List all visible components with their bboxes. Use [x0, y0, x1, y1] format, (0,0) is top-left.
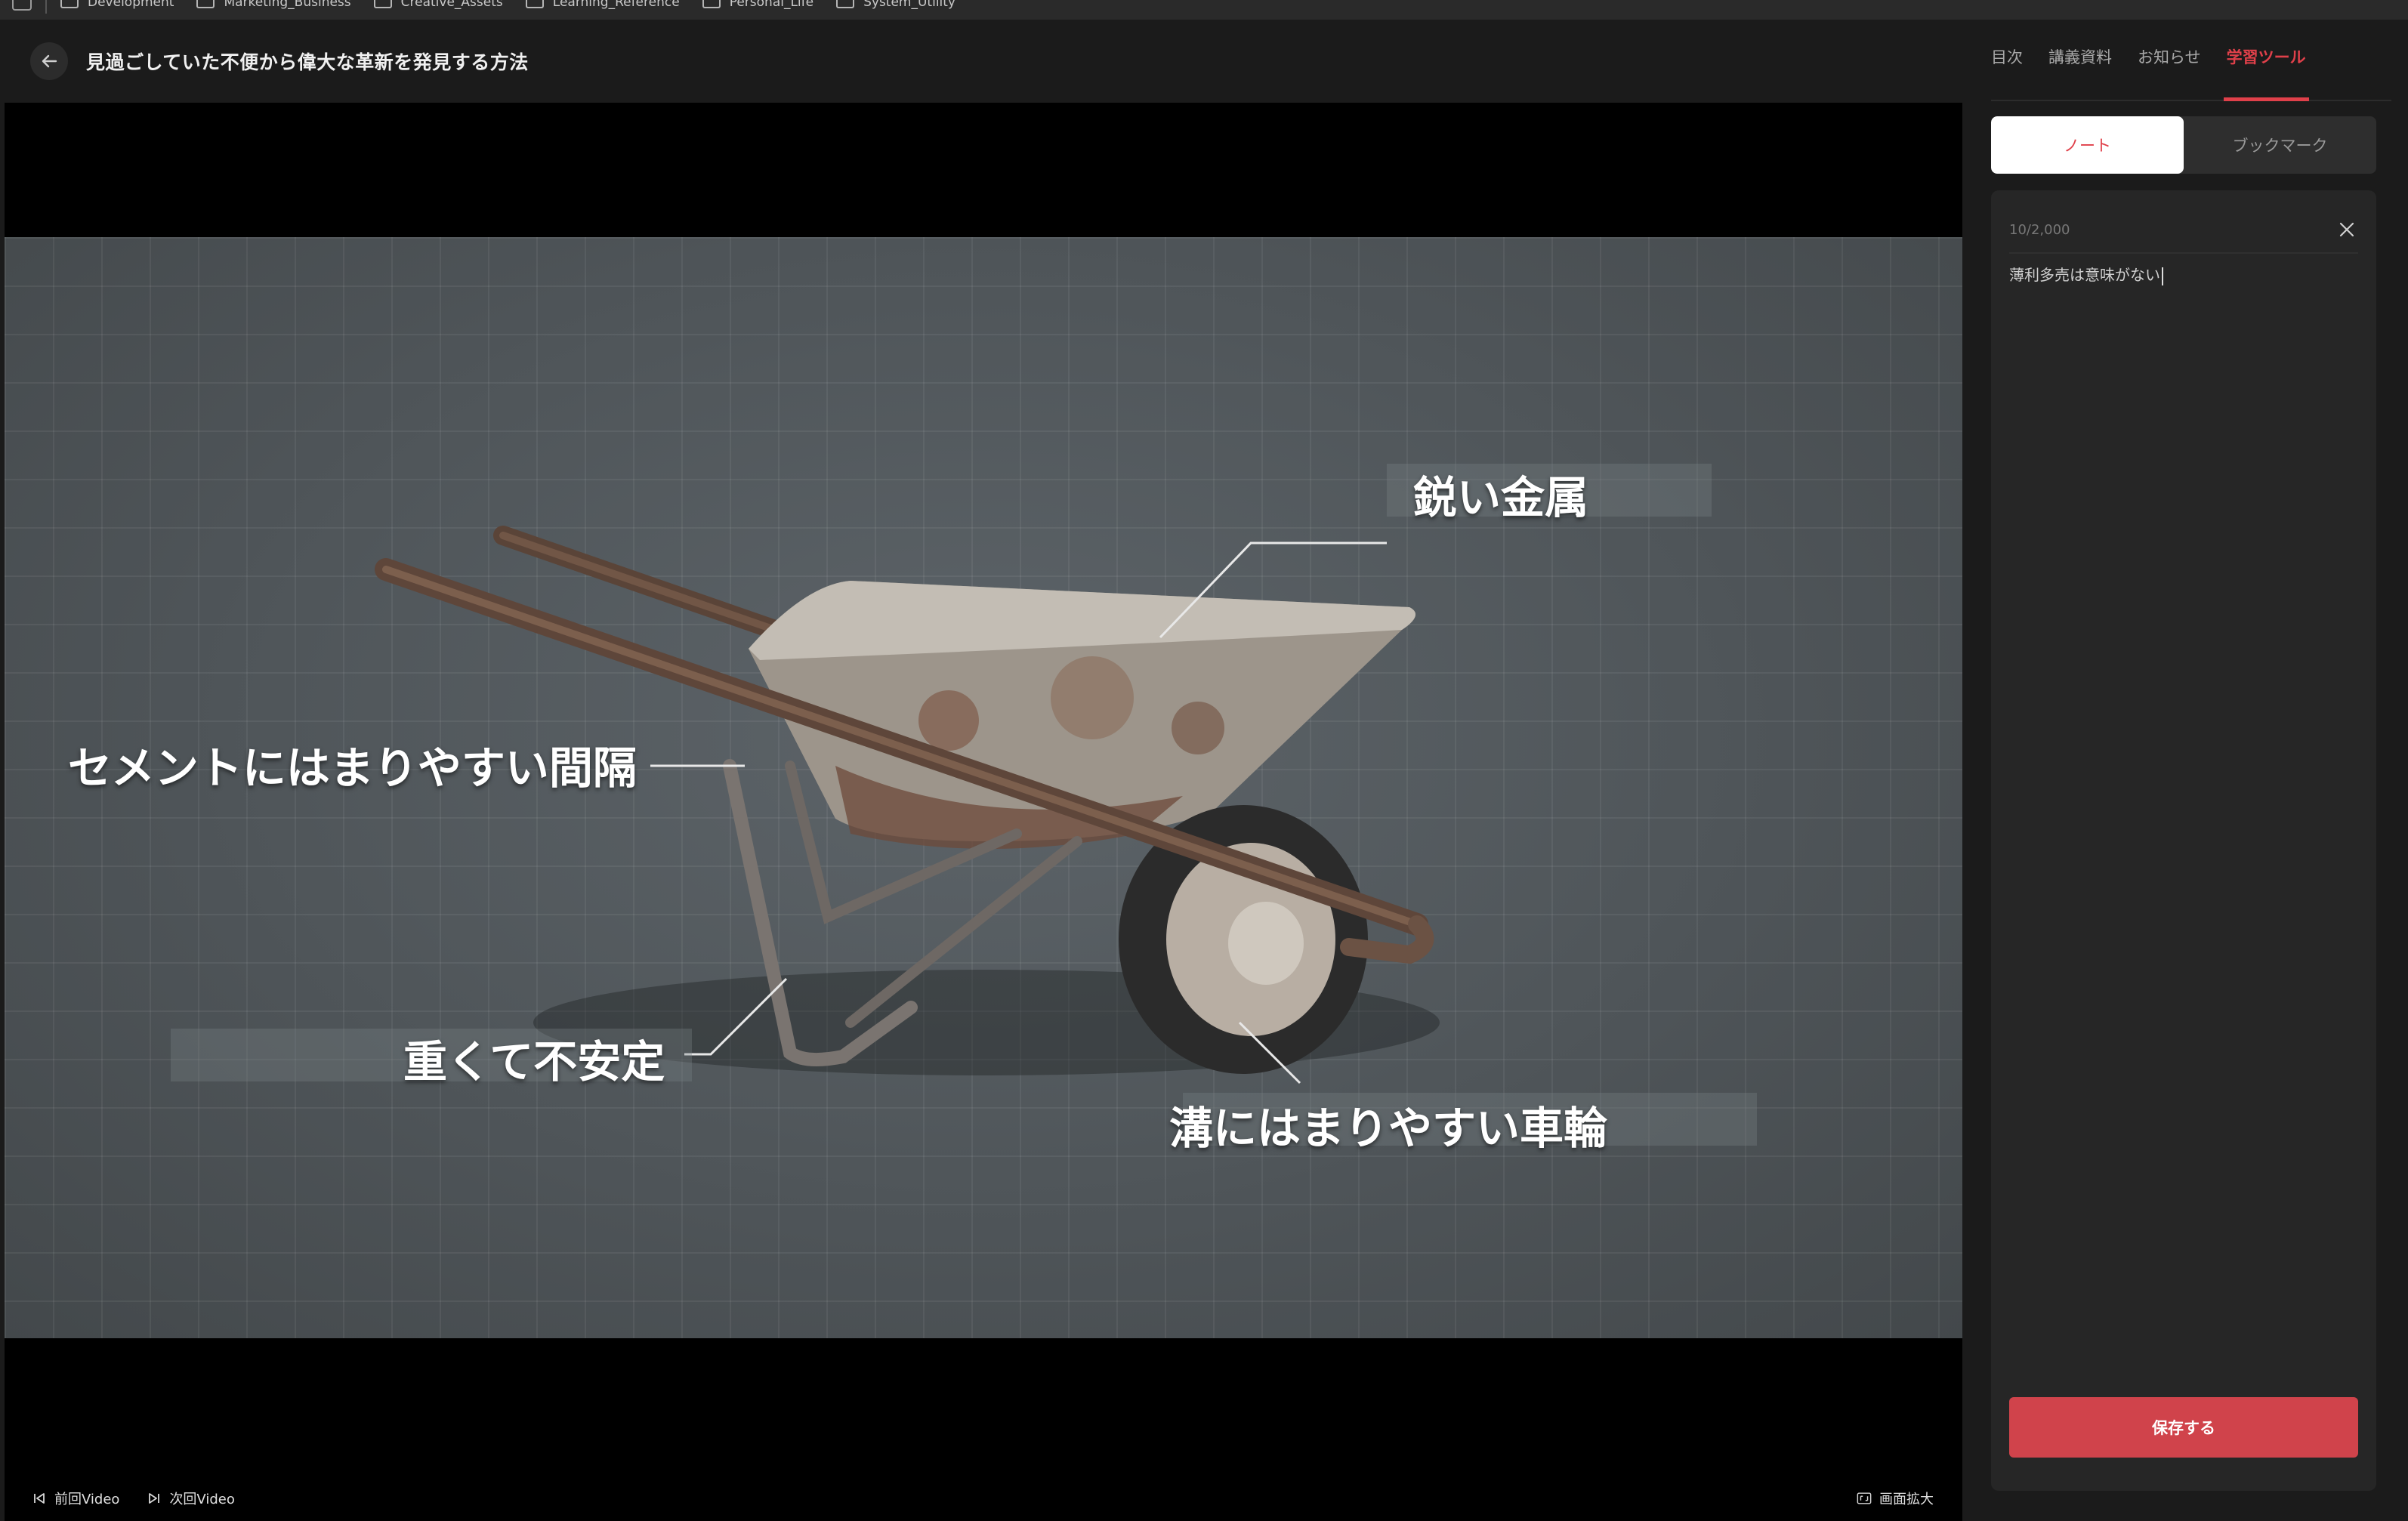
bookmark-folder[interactable]: Creative_Assets: [373, 0, 503, 10]
arrow-left-icon: [42, 54, 57, 68]
bookmark-folder[interactable]: System_Utility: [836, 0, 955, 10]
caption-wheel-ditch: 溝にはまりやすい車輪: [1169, 1103, 1608, 1154]
expand-screen-icon: [1857, 1492, 1872, 1504]
previous-video-label: 前回Video: [54, 1492, 120, 1507]
folder-icon: [196, 0, 215, 8]
tab-contents[interactable]: 目次: [1991, 20, 2023, 100]
note-editor: 10/2,000 薄利多売は意味がない 保存する: [1991, 190, 2376, 1491]
caption-sharp-metal: 鋭い金属: [1413, 472, 1589, 523]
bookmarks-icon[interactable]: [12, 0, 32, 11]
bookmark-label: Development: [88, 0, 174, 10]
video-player[interactable]: 鋭い金属 セメントにはまりやすい間隔 重くて不安定 溝にはまりやすい車輪 前回V…: [5, 103, 1962, 1521]
tab-materials[interactable]: 講義資料: [2048, 20, 2112, 100]
tab-announcements[interactable]: お知らせ: [2138, 20, 2201, 100]
note-header: 10/2,000: [2009, 207, 2358, 254]
player-header: 見過ごしていた不便から偉大な革新を発見する方法: [0, 20, 1964, 103]
bookmark-label: Personal_Life: [729, 0, 814, 10]
expand-screen-button[interactable]: 画面拡大: [1857, 1489, 1934, 1508]
folder-icon: [373, 0, 392, 8]
side-panel-tabs: 目次 講義資料 お知らせ 学習ツール: [1991, 20, 2391, 101]
player-controls: 前回Video 次回Video 画面拡大: [5, 1476, 1962, 1521]
folder-icon: [702, 0, 721, 8]
caption-heavy-unstable: 重くて不安定: [403, 1036, 665, 1088]
bookmark-label: Learning_Reference: [552, 0, 680, 10]
folder-icon: [60, 0, 79, 8]
bookmark-folder[interactable]: Marketing_Business: [196, 0, 351, 10]
character-count: 10/2,000: [2009, 221, 2070, 238]
text-caret: [2162, 267, 2163, 285]
note-textarea[interactable]: 薄利多売は意味がない: [2009, 263, 2358, 285]
note-text: 薄利多売は意味がない: [2009, 266, 2160, 284]
bookmark-folder[interactable]: Development: [60, 0, 174, 10]
bookmark-folder[interactable]: Learning_Reference: [525, 0, 680, 10]
back-button[interactable]: [30, 42, 68, 80]
close-x-icon: [2339, 222, 2354, 237]
bookmark-separator: [45, 0, 47, 14]
expand-screen-label: 画面拡大: [1879, 1492, 1934, 1507]
course-player-window: 見過ごしていた不便から偉大な革新を発見する方法 鋭い金属 セメントにはまりやすい…: [0, 20, 2408, 1521]
learning-side-panel: 目次 講義資料 お知らせ 学習ツール ノート ブックマーク 10/2,000 薄…: [1976, 20, 2408, 1521]
bookmark-folder[interactable]: Personal_Life: [702, 0, 814, 10]
tab-learning-tools[interactable]: 学習ツール: [2223, 20, 2309, 101]
bookmark-label: Creative_Assets: [400, 0, 503, 10]
folder-icon: [836, 0, 855, 8]
segment-note[interactable]: ノート: [1991, 116, 2184, 174]
page-title: 見過ごしていた不便から偉大な革新を発見する方法: [86, 51, 529, 73]
video-frame[interactable]: 鋭い金属 セメントにはまりやすい間隔 重くて不安定 溝にはまりやすい車輪: [5, 237, 1962, 1338]
caption-cement-gap: セメントにはまりやすい間隔: [68, 742, 637, 794]
note-bookmark-toggle: ノート ブックマーク: [1991, 116, 2376, 174]
folder-icon: [525, 0, 544, 8]
previous-video-button[interactable]: 前回Video: [32, 1489, 119, 1508]
bookmark-label: System_Utility: [863, 0, 955, 10]
save-button[interactable]: 保存する: [2009, 1397, 2358, 1458]
skip-previous-icon: [34, 1493, 45, 1504]
next-video-label: 次回Video: [169, 1492, 235, 1507]
bookmark-bar: Development Marketing_Business Creative_…: [0, 0, 2408, 20]
close-icon[interactable]: [2335, 218, 2358, 241]
segment-bookmark[interactable]: ブックマーク: [2184, 116, 2376, 174]
skip-next-icon: [149, 1493, 160, 1504]
next-video-button[interactable]: 次回Video: [147, 1489, 235, 1508]
bookmark-label: Marketing_Business: [224, 0, 351, 10]
